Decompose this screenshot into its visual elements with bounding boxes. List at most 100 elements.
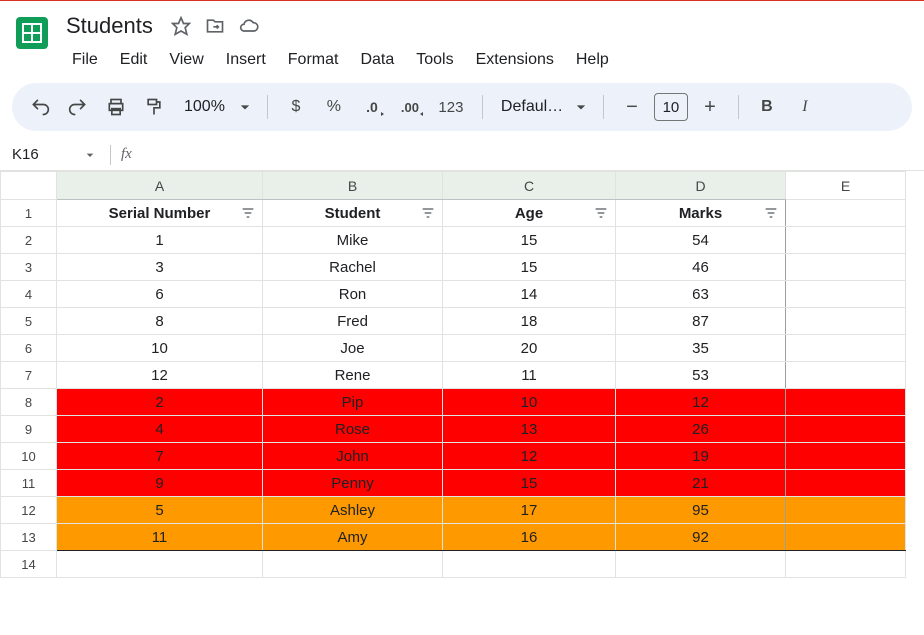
row-header-10[interactable]: 10 <box>1 443 57 470</box>
cell[interactable]: 12 <box>57 362 263 389</box>
cell[interactable]: Rose <box>263 416 443 443</box>
row-header-11[interactable]: 11 <box>1 470 57 497</box>
cell[interactable] <box>786 497 906 524</box>
row-header-1[interactable]: 1 <box>1 200 57 227</box>
cell[interactable]: 53 <box>616 362 786 389</box>
row-header-2[interactable]: 2 <box>1 227 57 254</box>
row-header-6[interactable]: 6 <box>1 335 57 362</box>
formula-bar[interactable] <box>142 147 916 163</box>
cell[interactable]: 6 <box>57 281 263 308</box>
move-icon[interactable] <box>205 16 225 36</box>
currency-button[interactable]: $ <box>280 91 312 123</box>
cell[interactable]: Rachel <box>263 254 443 281</box>
select-all-corner[interactable] <box>1 172 57 200</box>
cell[interactable]: 95 <box>616 497 786 524</box>
cell[interactable]: Joe <box>263 335 443 362</box>
cell[interactable] <box>786 362 906 389</box>
cell[interactable]: 15 <box>443 470 616 497</box>
cloud-icon[interactable] <box>239 16 259 36</box>
row-header-7[interactable]: 7 <box>1 362 57 389</box>
cell[interactable] <box>786 524 906 551</box>
cell-a14[interactable] <box>57 551 263 578</box>
cell[interactable]: 19 <box>616 443 786 470</box>
cell[interactable]: John <box>263 443 443 470</box>
cell[interactable]: 92 <box>616 524 786 551</box>
cell-e14[interactable] <box>786 551 906 578</box>
cell[interactable]: 10 <box>57 335 263 362</box>
cell[interactable]: 46 <box>616 254 786 281</box>
cell[interactable]: 15 <box>443 227 616 254</box>
cell[interactable] <box>786 416 906 443</box>
cell[interactable] <box>786 335 906 362</box>
cell[interactable]: 11 <box>443 362 616 389</box>
cell[interactable]: Rene <box>263 362 443 389</box>
font-size-input[interactable] <box>654 93 688 121</box>
cell-b14[interactable] <box>263 551 443 578</box>
cell[interactable] <box>786 227 906 254</box>
cell[interactable]: Ron <box>263 281 443 308</box>
cell[interactable]: 12 <box>616 389 786 416</box>
menu-data[interactable]: Data <box>350 47 404 73</box>
cell[interactable]: 18 <box>443 308 616 335</box>
cell[interactable]: Amy <box>263 524 443 551</box>
font-family-select[interactable]: Defaul… <box>495 98 565 116</box>
namebox-caret-icon[interactable] <box>80 145 100 165</box>
col-header-b[interactable]: B <box>263 172 443 200</box>
redo-icon[interactable] <box>62 91 94 123</box>
menu-help[interactable]: Help <box>566 47 619 73</box>
cell-e1[interactable] <box>786 200 906 227</box>
row-header-9[interactable]: 9 <box>1 416 57 443</box>
star-icon[interactable] <box>171 16 191 36</box>
cell[interactable]: Pip <box>263 389 443 416</box>
print-icon[interactable] <box>100 91 132 123</box>
undo-icon[interactable] <box>24 91 56 123</box>
menu-edit[interactable]: Edit <box>110 47 158 73</box>
cell[interactable]: 13 <box>443 416 616 443</box>
bold-button[interactable]: B <box>751 91 783 123</box>
cell[interactable]: 4 <box>57 416 263 443</box>
filter-icon[interactable] <box>240 205 256 221</box>
cell[interactable]: 12 <box>443 443 616 470</box>
cell[interactable] <box>786 470 906 497</box>
col-header-a[interactable]: A <box>57 172 263 200</box>
cell[interactable]: 2 <box>57 389 263 416</box>
cell[interactable]: 1 <box>57 227 263 254</box>
cell[interactable] <box>786 308 906 335</box>
row-header-3[interactable]: 3 <box>1 254 57 281</box>
cell[interactable]: Mike <box>263 227 443 254</box>
filter-icon[interactable] <box>763 205 779 221</box>
menu-file[interactable]: File <box>62 47 108 73</box>
cell[interactable]: 15 <box>443 254 616 281</box>
cell[interactable]: 5 <box>57 497 263 524</box>
menu-view[interactable]: View <box>159 47 213 73</box>
row-header-13[interactable]: 13 <box>1 524 57 551</box>
cell[interactable] <box>786 281 906 308</box>
more-formats-button[interactable]: 123 <box>432 91 470 123</box>
cell[interactable]: 17 <box>443 497 616 524</box>
decrease-decimal-icon[interactable]: .0 <box>356 91 388 123</box>
cell[interactable]: 8 <box>57 308 263 335</box>
cell[interactable]: 26 <box>616 416 786 443</box>
font-size-decrease[interactable]: − <box>616 91 648 123</box>
menu-extensions[interactable]: Extensions <box>466 47 564 73</box>
menu-tools[interactable]: Tools <box>406 47 463 73</box>
cell[interactable]: 14 <box>443 281 616 308</box>
cell[interactable]: 20 <box>443 335 616 362</box>
cell[interactable]: 87 <box>616 308 786 335</box>
increase-decimal-icon[interactable]: .00 <box>394 91 426 123</box>
row-header-8[interactable]: 8 <box>1 389 57 416</box>
zoom-level[interactable]: 100% <box>176 98 229 116</box>
cell[interactable] <box>786 389 906 416</box>
paint-format-icon[interactable] <box>138 91 170 123</box>
zoom-caret-icon[interactable] <box>235 97 255 117</box>
cell-c14[interactable] <box>443 551 616 578</box>
col-header-d[interactable]: D <box>616 172 786 200</box>
col-header-e[interactable]: E <box>786 172 906 200</box>
document-title[interactable]: Students <box>62 11 157 41</box>
font-size-increase[interactable]: + <box>694 91 726 123</box>
cell[interactable]: 21 <box>616 470 786 497</box>
sheets-logo[interactable] <box>12 9 52 57</box>
filter-icon[interactable] <box>593 205 609 221</box>
cell[interactable]: 54 <box>616 227 786 254</box>
menu-format[interactable]: Format <box>278 47 349 73</box>
